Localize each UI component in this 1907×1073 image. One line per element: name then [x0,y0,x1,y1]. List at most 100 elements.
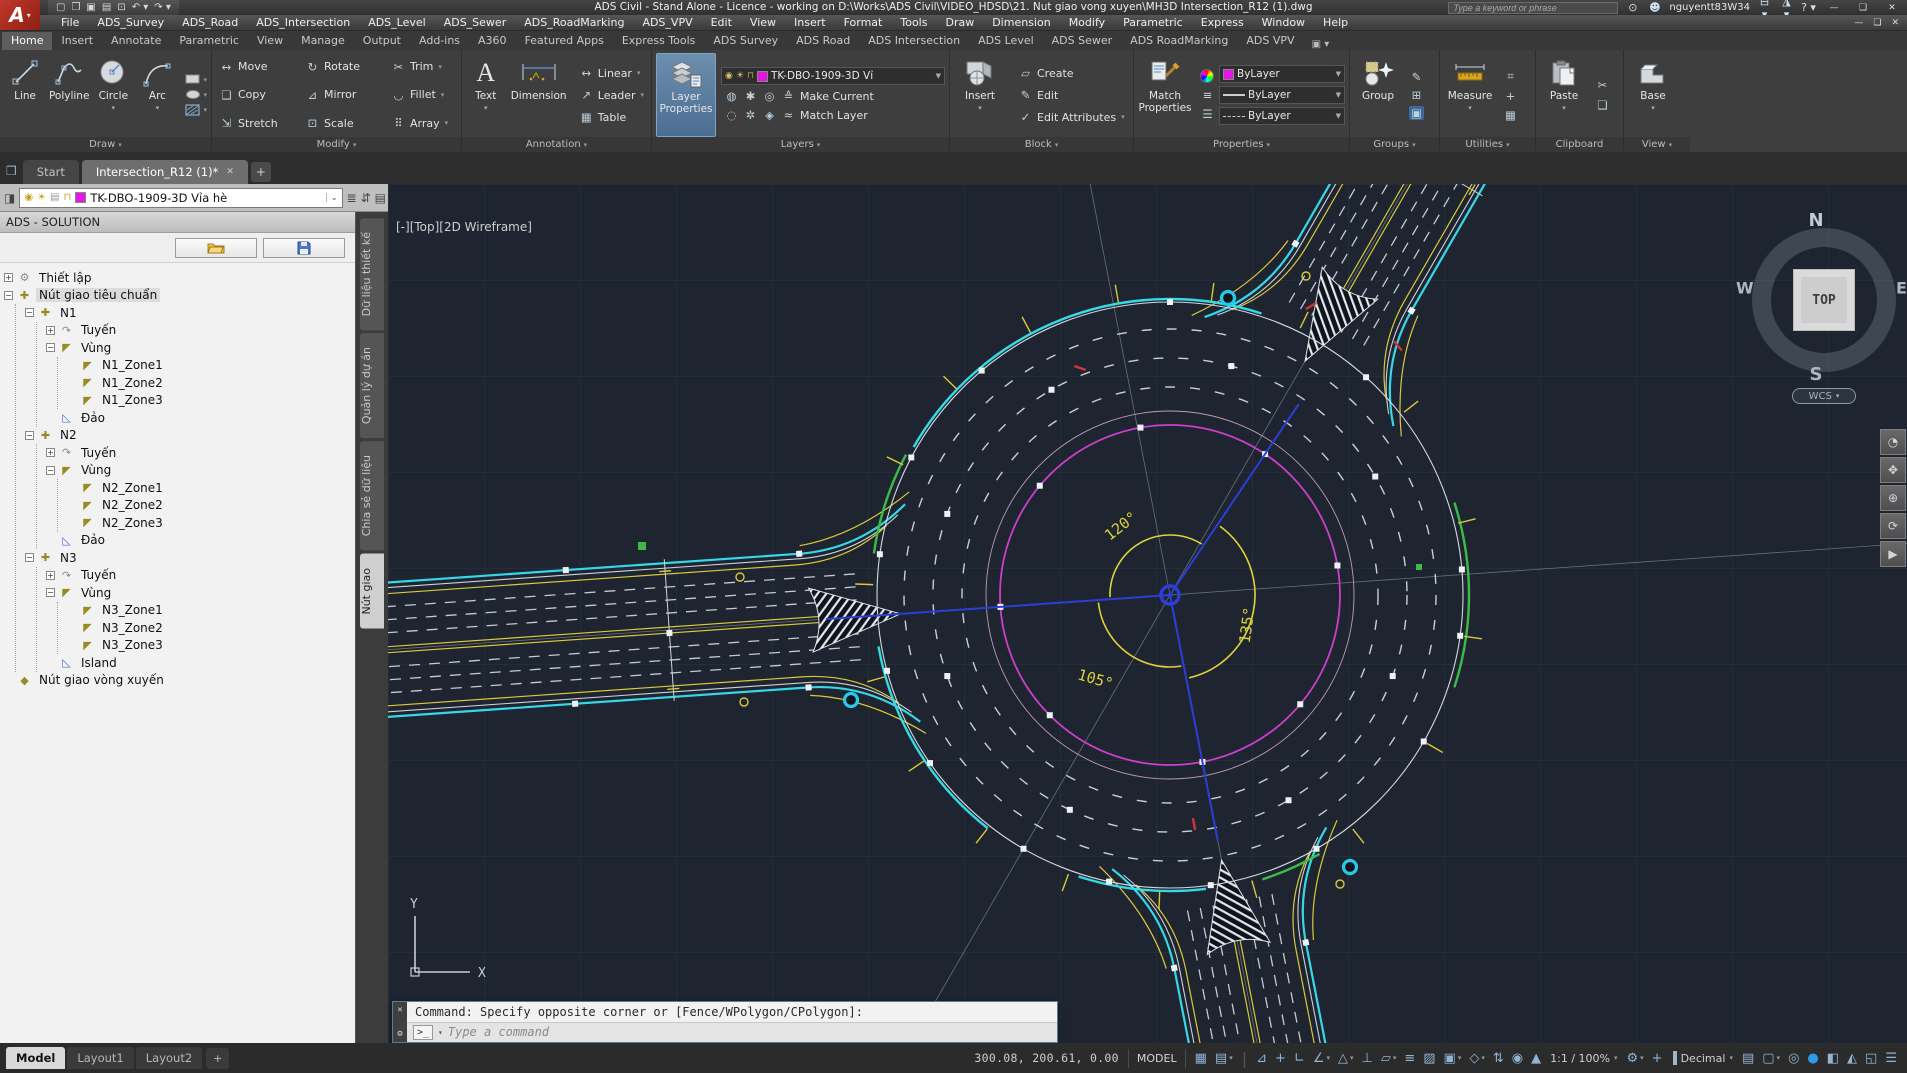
layout-tab-layout2[interactable]: Layout2 [136,1047,202,1069]
layer-freeze-icon[interactable]: ◍ [724,89,739,103]
make-current-button[interactable]: ◍ ✱ ◎ ≙ Make Current [721,88,945,104]
leader-button[interactable]: ↗Leader▾ [576,87,647,103]
move-button[interactable]: ↔Move [216,53,300,80]
tree-expander[interactable]: + [4,273,13,282]
transparency-icon[interactable]: ▨ [1423,1051,1435,1066]
ribbon-tab-annotate[interactable]: Annotate [102,32,170,50]
create-button[interactable]: ▱Create [1015,65,1128,81]
unlock-icon[interactable]: ⊓ [64,192,72,203]
array-caret[interactable]: ▾ [445,119,449,127]
layer-unlock2-icon[interactable]: ◈ [762,108,777,122]
tree-item-tuy-n[interactable]: +↷Tuyến [46,322,351,340]
tree-item-n2-zone2[interactable]: +◤N2_Zone2 [67,497,351,515]
app-logo[interactable]: A▾ [0,0,40,30]
layout-tab-layout1[interactable]: Layout1 [67,1047,133,1069]
ribbon-tab-featured-apps[interactable]: Featured Apps [516,32,613,50]
doc-close-button[interactable]: ✕ [1891,18,1899,28]
hardware-accel-icon[interactable]: ● [1807,1051,1818,1066]
qat-saveas-icon[interactable]: ▤ [102,0,111,15]
ellipse-tool-button[interactable]: ▾ [185,89,208,100]
tree-expander[interactable]: − [46,588,55,597]
panel-label-utilities[interactable]: Utilities▾ [1440,137,1535,152]
layer-unlock-icon[interactable]: ⊓ [747,71,754,81]
object-snap-icon[interactable]: ▱▾ [1381,1051,1397,1066]
annotation-monitor-icon[interactable]: + [1652,1051,1663,1066]
ungroup-icon[interactable]: ✎ [1409,70,1424,84]
array-button[interactable]: ⠿Array▾ [388,110,462,137]
qat-undo-icon[interactable]: ↶ ▾ [132,0,149,15]
fillet-caret[interactable]: ▾ [441,91,445,99]
tree-item-n2-zone1[interactable]: +◤N2_Zone1 [67,479,351,497]
doc-tab-intersection-r12-1[interactable]: Intersection_R12 (1)*✕ [82,160,248,184]
panel-label-layers[interactable]: Layers▾ [652,137,949,152]
match-properties-button[interactable]: Match Properties [1138,53,1192,137]
clean-screen-icon[interactable]: ◱ [1865,1051,1877,1066]
tree-item-o[interactable]: +◺Đảo [46,532,351,550]
group-edit-icon[interactable]: ⊞ [1409,88,1424,102]
orbit-button[interactable]: ⟳ [1880,513,1906,539]
command-wrench-icon[interactable]: ⚙ [397,1029,402,1039]
minimize-button[interactable]: — [1823,3,1845,13]
layer-properties-button[interactable]: Layer Properties [656,53,716,137]
viewport-controls-label[interactable]: [-][Top][2D Wireframe] [396,220,532,234]
3d-object-snap-icon[interactable]: ◇▾ [1469,1051,1485,1066]
autoscale-icon[interactable]: ▲ [1531,1051,1541,1066]
layer-prev-icon[interactable]: ⇵ [361,191,371,205]
lineweight-icon[interactable]: ≡ [1404,1051,1415,1066]
infer-constraints-icon[interactable]: ⊿ [1256,1051,1267,1066]
ribbon-tab-add-ins[interactable]: Add-ins [410,32,469,50]
color-wheel-icon[interactable] [1200,69,1214,83]
viewcube-top-face[interactable]: TOP [1793,269,1855,331]
hatch-tool-button[interactable]: ▾ [185,104,208,116]
paste-dropdown-caret[interactable]: ▾ [1562,104,1566,112]
tree-item-n3-zone3[interactable]: +◤N3_Zone3 [67,637,351,655]
menu-ads-survey[interactable]: ADS_Survey [88,15,173,31]
signed-in-user[interactable]: nguyentt83W34 [1669,2,1750,13]
tree-item-n2[interactable]: −✚N2 [25,427,351,445]
scale-button[interactable]: ⊡Scale [302,110,386,137]
lineweight-list-icon[interactable]: ≡ [1200,88,1215,102]
linetype-list-icon[interactable]: ☰ [1200,107,1215,121]
ribbon-tab-parametric[interactable]: Parametric [170,32,248,50]
qat-save-icon[interactable]: ▣ [86,0,95,15]
zoom-extents-button[interactable]: ⊕ [1880,485,1906,511]
restore-button[interactable]: ❑ [1852,3,1874,13]
quick-properties-icon[interactable]: ▤ [1742,1051,1754,1066]
panel-label-draw[interactable]: Draw▾ [0,137,211,152]
tree-item-n1[interactable]: −✚N1 [25,304,351,322]
command-close-icon[interactable]: ✕ [397,1005,402,1015]
help-icon[interactable]: ? ▾ [1801,1,1816,14]
layer-walk-icon[interactable]: ✲ [743,108,758,122]
customization-icon[interactable]: ☰ [1885,1051,1897,1066]
menu-draw[interactable]: Draw [936,15,983,31]
file-tabs-icon[interactable]: ❒ [6,164,17,178]
layer-select-caret[interactable]: ⌄ [326,193,338,202]
dimension-button[interactable]: Dimension [509,53,567,137]
doc-tab-start[interactable]: Start [23,160,79,184]
lineweight-caret[interactable]: ▼ [1336,91,1341,99]
ortho-mode-icon[interactable]: ∟ [1294,1051,1305,1066]
command-input[interactable] [448,1025,1051,1039]
compass-south[interactable]: S [1810,364,1823,385]
tree-expander[interactable]: + [46,326,55,335]
doc-minimize-button[interactable]: — [1854,18,1863,28]
tree-item-n3-zone1[interactable]: +◤N3_Zone1 [67,602,351,620]
menu-ads-level[interactable]: ADS_Level [359,15,435,31]
polyline-button[interactable]: Polyline [48,53,90,137]
snap-mode-icon[interactable]: ▤▾ [1215,1051,1233,1066]
doc-tab-close-icon[interactable]: ✕ [226,167,234,177]
quick-calc-icon[interactable]: ▦ [1503,108,1518,122]
ribbon-tab-manage[interactable]: Manage [292,32,354,50]
panel-label-view[interactable]: View▾ [1624,137,1690,152]
base-button[interactable]: Base▾ [1628,53,1678,137]
insert-dropdown-caret[interactable]: ▾ [978,104,982,112]
tree-expander[interactable]: − [25,553,34,562]
menu-ads-road[interactable]: ADS_Road [173,15,247,31]
menu-parametric[interactable]: Parametric [1114,15,1192,31]
tree-expander[interactable]: − [4,291,13,300]
layer-off-icon[interactable]: ◌ [724,108,739,122]
pan-button[interactable]: ✥ [1880,457,1906,483]
tree-expander[interactable]: − [46,343,55,352]
group-selection-toggle[interactable]: ▣ [1409,106,1424,120]
arc-button[interactable]: Arc▾ [136,53,178,137]
